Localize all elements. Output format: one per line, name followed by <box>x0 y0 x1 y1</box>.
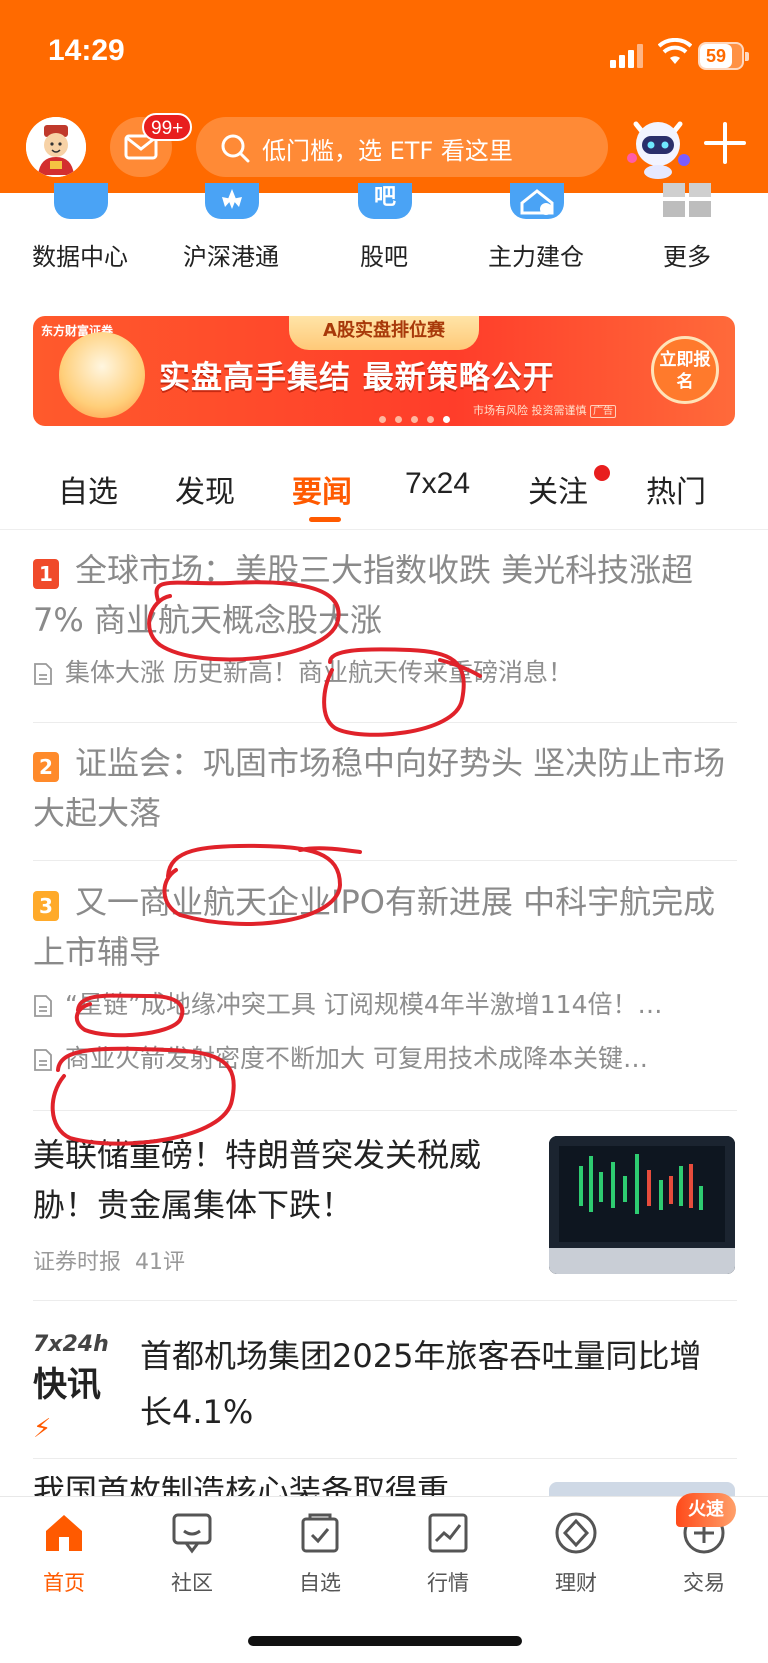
more-grid-icon <box>661 183 715 219</box>
quick-link-label: 主力建仓 <box>488 243 584 271</box>
add-plus-icon[interactable] <box>702 120 748 166</box>
god-of-wealth-avatar-icon <box>26 117 86 177</box>
feed-headline: 美联储重磅！特朗普突发关税威胁！贵金属集体下跌！ <box>33 1136 482 1224</box>
search-input[interactable]: 低门槛，选 ETF 看这里 <box>196 117 608 177</box>
divider <box>33 722 737 723</box>
avatar[interactable] <box>26 117 86 177</box>
partial-news-title: 我国首枚制造核心装备取得重 <box>33 1476 450 1496</box>
nav-label: 自选 <box>299 1571 341 1595</box>
promo-banner[interactable]: 东方财富证券 A股实盘排位赛 实盘高手集结 最新策略公开 立即报名 市场有风险 … <box>33 316 735 426</box>
news-item-2[interactable]: 2 证监会：巩固市场稳中向好势头 坚决防止市场大起大落 <box>33 738 737 838</box>
news-title: 又一商业航天企业IPO有新进展 中科宇航完成上市辅导 <box>33 883 716 971</box>
nav-label: 交易 <box>683 1571 725 1595</box>
app-screen: 14:29 59 99+ 低门槛，选 ETF 看这里 数据中心 沪深港通 吧 股… <box>0 0 768 1663</box>
related-news-text: 商业火箭发射密度不断加大 可复用技术成降本关键… <box>65 1044 648 1073</box>
unread-badge: 99+ <box>142 113 193 141</box>
related-news-text: 集体大涨 历史新高！商业航天传来重磅消息！ <box>65 658 573 687</box>
following-notification-dot <box>594 465 610 481</box>
carousel-dots <box>379 408 459 423</box>
cell-signal-icon <box>610 44 643 68</box>
flash-news-item[interactable]: 首都机场集团2025年旅客吞吐量同比增长4.1% <box>140 1328 720 1440</box>
quick-links: 数据中心 沪深港通 吧 股吧 主力建仓 更多 <box>0 183 768 283</box>
ox-mascot-icon <box>59 332 145 418</box>
news-title: 全球市场：美股三大指数收跌 美光科技涨超7% 商业航天概念股大涨 <box>33 551 694 639</box>
rank-badge: 1 <box>33 559 59 589</box>
banner-headline: 实盘高手集结 最新策略公开 <box>159 360 555 396</box>
tab-headlines[interactable]: 要闻 <box>292 467 352 511</box>
related-news-link[interactable]: 商业火箭发射密度不断加大 可复用技术成降本关键… <box>33 1041 737 1077</box>
news-title: 证监会：巩固市场稳中向好势头 坚决防止市场大起大落 <box>33 744 726 832</box>
related-news-link[interactable]: 集体大涨 历史新高！商业航天传来重磅消息！ <box>33 655 737 691</box>
feed-comments: 41评 <box>135 1250 186 1275</box>
robot-assistant-icon[interactable] <box>622 114 694 180</box>
document-icon <box>34 663 52 685</box>
feed-thumbnail-image[interactable] <box>549 1136 735 1274</box>
quick-link-label: 数据中心 <box>32 243 128 271</box>
search-icon <box>221 134 250 163</box>
flash-news-logo: 7x24h 快讯⚡ <box>33 1332 113 1444</box>
document-icon <box>34 995 52 1017</box>
rank-badge: 2 <box>33 752 59 782</box>
community-icon <box>172 1513 212 1554</box>
flash-news-text: 首都机场集团2025年旅客吞吐量同比增长4.1% <box>140 1337 702 1431</box>
battery-icon: 59 <box>698 42 749 70</box>
tab-7x24[interactable]: 7x24 <box>405 467 470 501</box>
nav-label: 理财 <box>555 1571 597 1595</box>
main-force-icon <box>510 183 564 219</box>
home-icon <box>46 1515 82 1551</box>
top-bar: 14:29 59 99+ 低门槛，选 ETF 看这里 <box>0 0 768 193</box>
quick-link-label: 沪深港通 <box>183 243 279 271</box>
related-news-link[interactable]: “星链”成地缘冲突工具 订阅规模4年半激增114倍！… <box>33 987 737 1023</box>
quick-link-label: 股吧 <box>360 243 408 271</box>
market-icon <box>428 1513 468 1553</box>
hk-connect-icon <box>205 183 259 219</box>
divider <box>33 1110 737 1111</box>
search-placeholder: 低门槛，选 ETF 看这里 <box>262 137 513 165</box>
stock-forum-icon: 吧 <box>358 183 412 219</box>
wealth-icon <box>555 1512 597 1554</box>
news-item-1[interactable]: 1 全球市场：美股三大指数收跌 美光科技涨超7% 商业航天概念股大涨 集体大涨 … <box>33 545 737 691</box>
feed-meta: 证券时报 41评 <box>33 1244 523 1276</box>
battery-level: 59 <box>700 44 732 68</box>
nav-label: 社区 <box>171 1571 213 1595</box>
hot-badge: 火速 <box>676 1493 736 1527</box>
feed-source: 证券时报 <box>33 1250 122 1275</box>
banner-cta-label: 立即报名 <box>659 350 711 392</box>
status-time: 14:29 <box>48 34 125 67</box>
banner-tag: A股实盘排位赛 <box>289 316 479 350</box>
feed-article[interactable]: 美联储重磅！特朗普突发关税威胁！贵金属集体下跌！ 证券时报 41评 <box>33 1130 523 1276</box>
flash-logo-top: 7x24h <box>33 1332 109 1357</box>
data-center-icon <box>54 183 108 219</box>
banner-risk-note: 市场有风险 投资需谨慎 广告 <box>473 402 616 418</box>
banner-signup-button[interactable]: 立即报名 <box>651 336 719 404</box>
tab-hot[interactable]: 热门 <box>646 467 706 511</box>
divider <box>33 1458 737 1459</box>
tab-following[interactable]: 关注 <box>528 467 588 511</box>
home-indicator <box>248 1636 522 1646</box>
partial-news-item[interactable]: 我国首枚制造核心装备取得重 <box>33 1476 503 1496</box>
rank-badge: 3 <box>33 891 59 921</box>
news-item-3[interactable]: 3 又一商业航天企业IPO有新进展 中科宇航完成上市辅导 “星链”成地缘冲突工具… <box>33 877 737 1077</box>
related-news-text: “星链”成地缘冲突工具 订阅规模4年半激增114倍！… <box>65 990 663 1019</box>
document-icon <box>34 1049 52 1071</box>
news-tabs: 自选 发现 要闻 7x24 关注 热门 <box>0 455 768 530</box>
tab-watchlist[interactable]: 自选 <box>58 467 118 511</box>
watchlist-icon <box>301 1513 339 1553</box>
quick-link-label: 更多 <box>663 243 711 271</box>
nav-label: 首页 <box>43 1571 85 1595</box>
divider <box>33 1300 737 1301</box>
tab-discover[interactable]: 发现 <box>175 467 235 511</box>
active-tab-indicator <box>309 517 341 522</box>
nav-label: 行情 <box>427 1571 469 1595</box>
divider <box>33 860 737 861</box>
wifi-icon <box>658 38 692 64</box>
flash-logo-bottom: 快讯⚡ <box>33 1365 101 1444</box>
